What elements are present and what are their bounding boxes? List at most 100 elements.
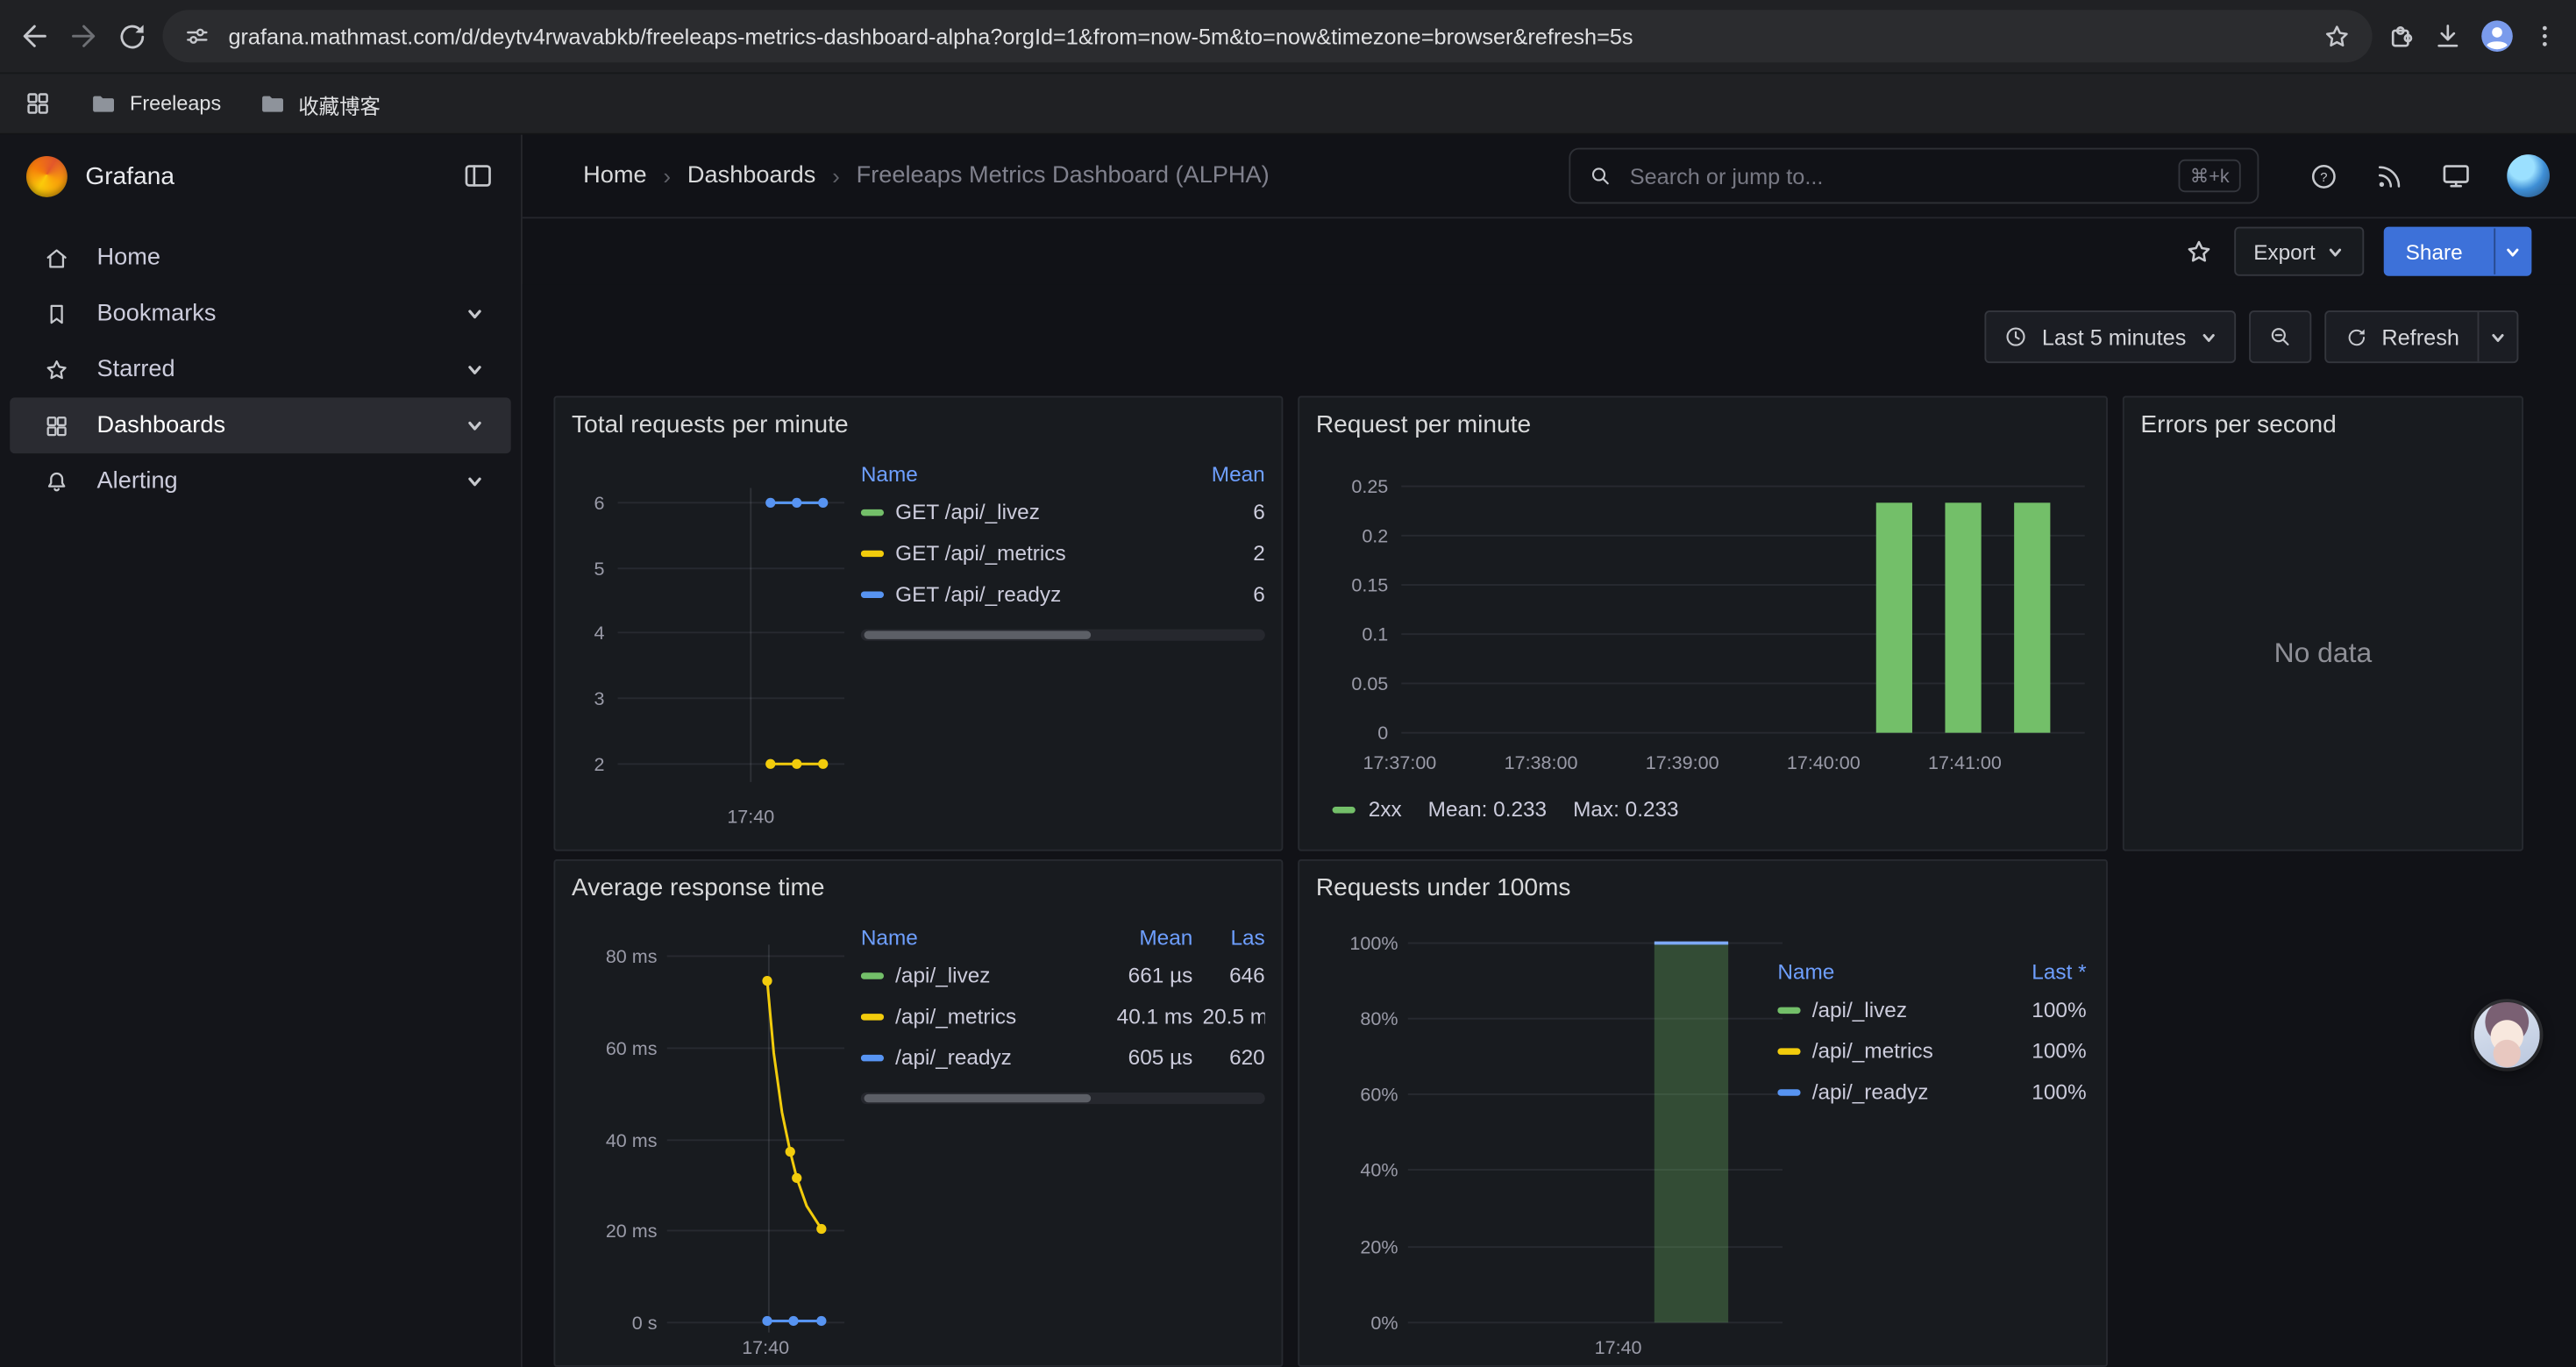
panel-title[interactable]: Errors per second [2140, 410, 2505, 438]
legend-table: Name Mean GET /api/_livez 6 GET /api/_me… [861, 445, 1265, 837]
bookmark-item-blogs[interactable]: 收藏博客 [257, 88, 381, 119]
share-dropdown-chevron-icon[interactable] [2494, 228, 2530, 274]
search-box[interactable]: ⌘+k [1569, 148, 2259, 204]
downloads-icon[interactable] [2431, 19, 2464, 52]
site-settings-icon[interactable] [182, 21, 212, 51]
bookmark-item-freeleaps[interactable]: Freeleaps [89, 89, 221, 118]
legend-header-mean[interactable]: Mean [1170, 461, 1265, 486]
back-icon[interactable] [17, 18, 53, 54]
legend-row[interactable]: /api/_metrics 40.1 ms 20.5 m [861, 995, 1265, 1036]
panel-errors-per-second[interactable]: Errors per second No data [2123, 396, 2523, 851]
svg-text:0 s: 0 s [632, 1313, 658, 1334]
scrollbar-thumb[interactable] [865, 631, 1091, 639]
zoom-out-button[interactable] [2249, 310, 2311, 363]
assistant-avatar[interactable] [2474, 1002, 2540, 1068]
refresh-main[interactable]: Refresh [2326, 312, 2478, 361]
chevron-down-icon[interactable] [465, 416, 484, 435]
legend-scrollbar[interactable] [861, 630, 1265, 641]
extensions-icon[interactable] [2386, 19, 2418, 52]
refresh-button[interactable]: Refresh [2324, 310, 2519, 363]
favorite-star-icon[interactable] [2183, 236, 2215, 267]
chevron-down-icon[interactable] [465, 304, 484, 324]
share-button[interactable]: Share [2384, 227, 2531, 276]
legend-item-2xx[interactable]: 2xx [1333, 797, 1402, 822]
user-avatar[interactable] [2507, 154, 2550, 197]
dock-menu-icon[interactable] [462, 160, 495, 192]
legend-header-name[interactable]: Name [861, 924, 1088, 949]
sidebar-item-bookmarks[interactable]: Bookmarks [10, 286, 510, 342]
legend-row[interactable]: /api/_livez 100% [1777, 989, 2086, 1030]
panel-average-response-time[interactable]: Average response time 80 ms 60 ms [553, 859, 1283, 1367]
legend-row[interactable]: /api/_readyz 100% [1777, 1072, 2086, 1113]
profile-icon[interactable] [2478, 17, 2517, 56]
legend-header-last-star[interactable]: Last * [1991, 958, 2087, 983]
refresh-interval-chevron-icon[interactable] [2478, 312, 2517, 361]
x-axis-tick: 17:40 [1595, 1337, 1642, 1358]
series-name: GET /api/_livez [895, 500, 1040, 524]
news-rss-icon[interactable] [2373, 160, 2405, 192]
search-input[interactable] [1626, 162, 2166, 190]
x-axis-tick: 17:40 [742, 1337, 789, 1358]
panel-title[interactable]: Average response time [572, 874, 1265, 902]
legend-header-name[interactable]: Name [1777, 958, 1981, 983]
chevron-down-icon[interactable] [465, 472, 484, 491]
legend-header-mean[interactable]: Mean [1098, 924, 1193, 949]
legend-row[interactable]: /api/_readyz 605 µs 620 [861, 1036, 1265, 1078]
legend-header-name[interactable]: Name [861, 461, 1160, 486]
svg-text:80 ms: 80 ms [606, 946, 658, 967]
url-text[interactable]: grafana.mathmast.com/d/deytv4rwavabkb/fr… [228, 24, 2304, 48]
legend-bottom: 2xx Mean: 0.233 Max: 0.233 [1333, 797, 2090, 822]
breadcrumb-home[interactable]: Home [583, 162, 646, 189]
series-last: 100% [1991, 997, 2087, 1022]
legend-row[interactable]: GET /api/_livez 6 [861, 491, 1265, 532]
series-last: 100% [1991, 1038, 2087, 1063]
time-range-picker[interactable]: Last 5 minutes [1984, 310, 2235, 363]
grafana-app: Grafana Home Bookmarks Starred [0, 135, 2576, 1367]
svg-text:17:40:00: 17:40:00 [1787, 752, 1861, 773]
legend-mean: Mean: 0.233 [1428, 797, 1547, 822]
series-name: GET /api/_metrics [895, 540, 1065, 565]
sidebar-item-dashboards[interactable]: Dashboards [10, 397, 510, 453]
panel-title[interactable]: Requests under 100ms [1316, 874, 2090, 902]
legend-row[interactable]: GET /api/_metrics 2 [861, 532, 1265, 573]
legend-row[interactable]: /api/_metrics 100% [1777, 1030, 2086, 1072]
legend-row[interactable]: GET /api/_readyz 6 [861, 573, 1265, 615]
breadcrumb-dashboards[interactable]: Dashboards [687, 162, 815, 189]
chevron-down-icon[interactable] [465, 360, 484, 379]
panel-title[interactable]: Request per minute [1316, 410, 2090, 438]
legend-row[interactable]: /api/_livez 661 µs 646 [861, 955, 1265, 996]
sidebar-item-label: Starred [97, 357, 439, 383]
x-axis-tick: 17:40 [727, 807, 774, 828]
share-label[interactable]: Share [2386, 228, 2482, 274]
monitor-icon[interactable] [2439, 160, 2472, 192]
legend-header-last[interactable]: Las [1203, 924, 1265, 949]
reload-icon[interactable] [115, 19, 149, 53]
refresh-label: Refresh [2381, 324, 2459, 349]
bookmark-star-icon[interactable] [2322, 20, 2353, 52]
panel-requests-under-100ms[interactable]: Requests under 100ms 100% 80% 60% 40% [1298, 859, 2108, 1367]
svg-text:2: 2 [594, 754, 605, 775]
legend-scrollbar[interactable] [861, 1093, 1265, 1104]
series-mean: 40.1 ms [1098, 1004, 1193, 1029]
legend-table: Name Last * /api/_livez 100% /api/_metri… [1777, 943, 2086, 1113]
forward-icon[interactable] [66, 18, 102, 54]
export-button[interactable]: Export [2234, 227, 2365, 276]
help-icon[interactable]: ? [2309, 160, 2340, 192]
panel-title[interactable]: Total requests per minute [572, 410, 1265, 438]
series-color-chip [861, 509, 884, 515]
bookmark-label: Freeleaps [130, 92, 221, 115]
home-icon [43, 244, 71, 272]
sidebar-item-alerting[interactable]: Alerting [10, 453, 510, 509]
grafana-logo[interactable] [26, 155, 68, 196]
menu-kebab-icon[interactable] [2530, 21, 2559, 51]
address-bar[interactable]: grafana.mathmast.com/d/deytv4rwavabkb/fr… [162, 10, 2372, 62]
sidebar-item-starred[interactable]: Starred [10, 342, 510, 398]
apps-grid-icon[interactable] [23, 89, 53, 118]
scrollbar-thumb[interactable] [865, 1094, 1091, 1102]
panel-total-requests[interactable]: Total requests per minute 6 5 [553, 396, 1283, 851]
sidebar-item-home[interactable]: Home [10, 230, 510, 286]
legend-table: Name Mean Las /api/_livez 661 µs 646 /ap… [861, 908, 1265, 1358]
sidebar: Grafana Home Bookmarks Starred [0, 135, 523, 1367]
panel-request-per-minute[interactable]: Request per minute 0.25 0.2 0.15 0.1 [1298, 396, 2108, 851]
svg-text:17:38:00: 17:38:00 [1505, 752, 1578, 773]
